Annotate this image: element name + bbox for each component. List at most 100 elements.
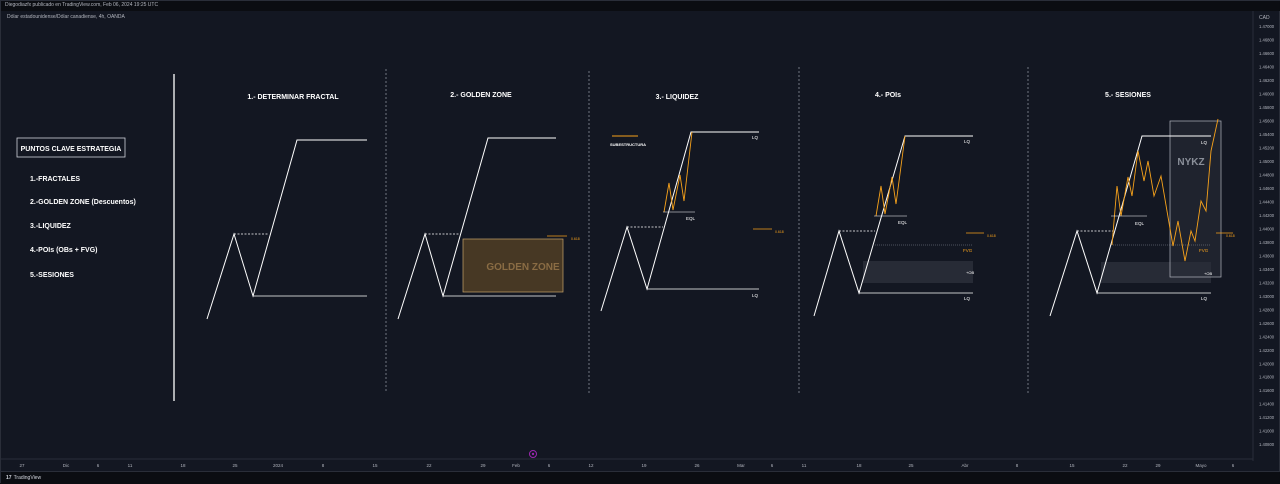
price-structure (813, 135, 973, 317)
price-tick-label: 1.41400 (1259, 402, 1275, 407)
time-tick-label: 11 (128, 463, 133, 468)
panel-title: 1.- DETERMINAR FRACTAL (247, 94, 339, 101)
price-tick-label: 1.45000 (1259, 159, 1275, 164)
price-tick-label: 1.43200 (1259, 280, 1275, 285)
nykz-session-box (1169, 120, 1222, 278)
tradingview-brand: TradingView (13, 475, 42, 481)
price-tick-label: 1.42600 (1259, 321, 1275, 326)
golden-zone-label: GOLDEN ZONE (486, 262, 560, 273)
internal-structure (875, 135, 906, 217)
price-tick-label: 1.46600 (1259, 51, 1275, 56)
panel-title: 3.- LIQUIDEZ (656, 94, 700, 101)
price-tick-label: 1.44400 (1259, 199, 1275, 204)
panel-title: 5.- SESIONES (1105, 92, 1151, 99)
price-tick-label: 1.43800 (1259, 240, 1275, 245)
lq-top-label: LQ (752, 135, 759, 140)
published-text: Diegodiazfx publicado en TradingView.com… (5, 2, 159, 8)
time-tick-label: 6 (548, 463, 551, 468)
time-tick-label: 15 (372, 463, 378, 468)
price-tick-label: 1.46200 (1259, 78, 1275, 83)
time-tick-label: 27 (19, 463, 25, 468)
fib-618-label: 0.618 (775, 230, 784, 234)
tradingview-logo[interactable]: 17 TradingView (6, 475, 41, 481)
strategy-legend: PUNTOS CLAVE ESTRATEGIA 1.-FRACTALES 2.-… (16, 137, 136, 279)
time-tick-label: 22 (426, 463, 432, 468)
panel-fractal: 1.- DETERMINAR FRACTAL (206, 94, 367, 320)
legend-item: 1.-FRACTALES (30, 176, 80, 183)
time-tick-label: Feb (512, 463, 520, 468)
legend-title: PUNTOS CLAVE ESTRATEGIA (21, 146, 122, 153)
panel-pois: 4.- POIs +OB FVG EQL LQ LQ 0.618 (813, 92, 996, 317)
footer-bar: 17 TradingView (1, 471, 1280, 484)
fvg-label: FVG (963, 248, 973, 253)
lq-bottom-label: LQ (964, 296, 971, 301)
legend-item: 4.-POIs (OBs + FVG) (30, 247, 98, 254)
time-tick-label: 19 (641, 463, 647, 468)
price-tick-label: 1.46000 (1259, 91, 1275, 96)
time-tick-label: 26 (694, 463, 700, 468)
time-tick-label: 18 (180, 463, 186, 468)
time-tick-label: Dic (63, 463, 70, 468)
time-tick-label: 6 (771, 463, 774, 468)
panel-golden-zone: 2.- GOLDEN ZONE GOLDEN ZONE 0.618 (397, 92, 580, 320)
price-tick-label: 1.43000 (1259, 294, 1275, 299)
ob-label: +OB (1204, 271, 1212, 276)
ob-label: +OB (966, 270, 974, 275)
legend-item: 3.-LIQUIDEZ (30, 223, 72, 230)
price-tick-label: 1.44200 (1259, 213, 1275, 218)
time-tick-label: 6 (97, 463, 100, 468)
legend-item: 2.-GOLDEN ZONE (Descuentos) (30, 199, 136, 206)
price-tick-label: 1.44800 (1259, 172, 1275, 177)
time-tick-label: 6 (1232, 463, 1235, 468)
panel-title: 2.- GOLDEN ZONE (450, 92, 512, 99)
price-tick-label: 1.41000 (1259, 429, 1275, 434)
time-tick-label: 25 (908, 463, 914, 468)
price-tick-label: 1.40800 (1259, 442, 1275, 447)
time-tick-label: 11 (802, 463, 807, 468)
price-tick-label: 1.42400 (1259, 334, 1275, 339)
time-tick-label: 15 (1069, 463, 1075, 468)
tradingview-logo-icon: 17 (6, 475, 12, 481)
price-tick-label: 1.46400 (1259, 64, 1275, 69)
time-axis[interactable]: 27 Dic 6 11 18 25 2024 8 15 22 29 Feb 6 12 19 26 Mar 6 11 1… (1, 458, 1253, 468)
order-block-zone (863, 261, 973, 283)
price-tick-label: 1.41600 (1259, 388, 1275, 393)
time-tick-label: 29 (480, 463, 486, 468)
price-tick-label: 1.41200 (1259, 415, 1275, 420)
price-axis-currency: CAD (1259, 15, 1270, 21)
lq-top-label: LQ (1201, 140, 1208, 145)
time-tick-label: Abr (961, 463, 969, 468)
eql-label: EQL (686, 216, 696, 221)
panel-title: 4.- POIs (875, 92, 901, 99)
price-structure (206, 139, 367, 320)
chart-canvas[interactable]: CAD 1.47000 1.46800 1.46600 1.46400 1.46200 1… (1, 11, 1280, 471)
time-tick-label: 8 (322, 463, 325, 468)
lq-bottom-label: LQ (752, 293, 759, 298)
price-tick-label: 1.43400 (1259, 267, 1275, 272)
substructure-label: SUBESTRUCTURA (610, 142, 646, 147)
panel-liquidity: 3.- LIQUIDEZ SUBESTRUCTURA EQL LQ LQ 0.6… (600, 94, 784, 312)
price-tick-label: 1.44600 (1259, 186, 1275, 191)
time-tick-label: 12 (588, 463, 594, 468)
panel-sessions: 5.- SESIONES NYKZ +OB FVG EQL LQ LQ 0.61… (1049, 92, 1235, 317)
price-axis[interactable]: CAD 1.47000 1.46800 1.46600 1.46400 1.46200 1… (1252, 11, 1275, 461)
time-tick-label: Mayo (1195, 463, 1207, 468)
price-tick-label: 1.42000 (1259, 361, 1275, 366)
publish-bar: Diegodiazfx publicado en TradingView.com… (1, 1, 1280, 11)
fib-618-label: 0.618 (987, 234, 996, 238)
legend-item: 5.-SESIONES (30, 272, 74, 279)
eql-label: EQL (898, 220, 908, 225)
time-tick-label: 2024 (273, 463, 284, 468)
price-tick-label: 1.43600 (1259, 253, 1275, 258)
price-tick-label: 1.45400 (1259, 132, 1275, 137)
price-tick-label: 1.45200 (1259, 145, 1275, 150)
price-tick-label: 1.41800 (1259, 375, 1275, 380)
price-tick-label: 1.45600 (1259, 118, 1275, 123)
time-tick-label: 22 (1122, 463, 1128, 468)
time-tick-label: 29 (1155, 463, 1161, 468)
price-tick-label: 1.46800 (1259, 37, 1275, 42)
nykz-label: NYKZ (1177, 157, 1204, 168)
lq-top-label: LQ (964, 139, 971, 144)
time-tick-label: Mar (737, 463, 745, 468)
time-tick-label: 8 (1016, 463, 1019, 468)
